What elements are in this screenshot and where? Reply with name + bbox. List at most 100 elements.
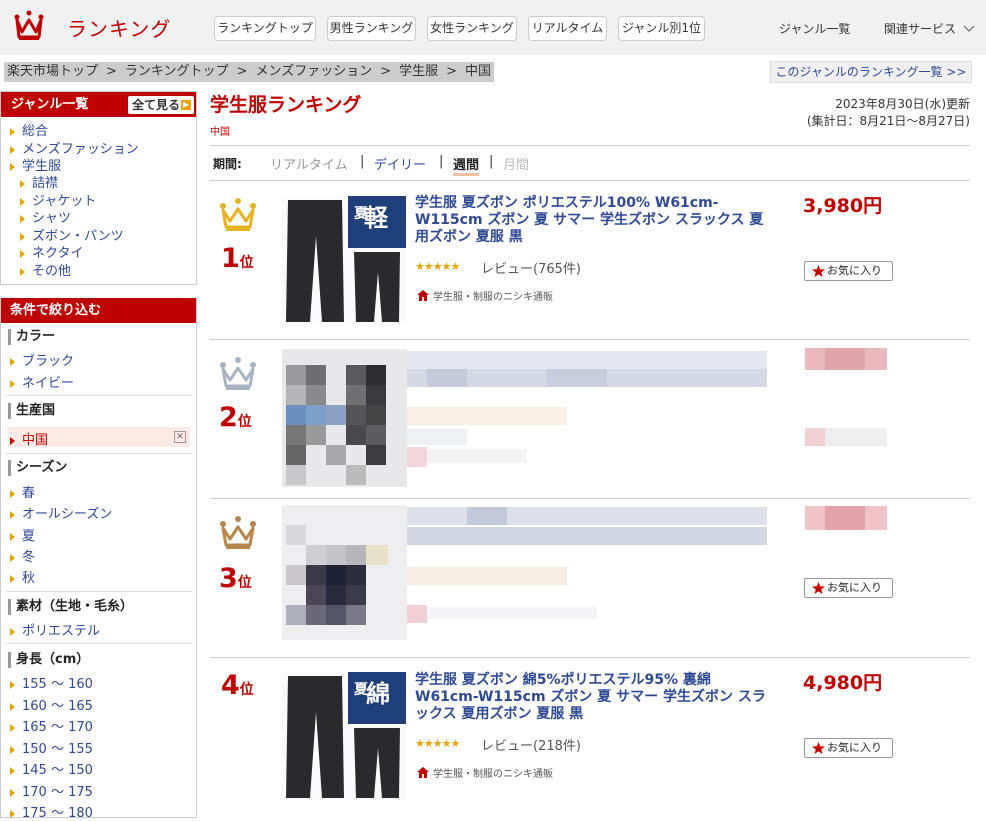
filter-section-height: 身長（cm） [8, 652, 89, 668]
site-header: ランキング ランキングトップ 男性ランキング 女性ランキング リアルタイム ジャ… [0, 0, 986, 55]
triangle-icon [10, 489, 15, 498]
product-title-link[interactable]: 学生服 夏ズボン 綿5%ポリエステル95% 裏綿 W61cm-W115cm ズボ… [415, 672, 767, 723]
filter-option-winter[interactable]: 冬 [10, 546, 35, 565]
crown-logo-icon[interactable] [14, 10, 44, 42]
filter-option-height[interactable]: 165 ～ 170 [10, 716, 93, 735]
filter-option-height[interactable]: 175 ～ 180 [10, 802, 93, 821]
period-monthly-link[interactable]: 月間 [503, 154, 529, 173]
filter-option-spring[interactable]: 春 [10, 482, 35, 501]
tab-realtime[interactable]: リアルタイム [528, 16, 607, 41]
filter-option-height[interactable]: 155 ～ 160 [10, 673, 93, 692]
breadcrumb: 楽天市場トップ > ランキングトップ > メンズファッション > 学生服 > 中国 [4, 62, 495, 82]
filter-option-black[interactable]: ブラック [10, 350, 74, 369]
breadcrumb-item[interactable]: ランキングトップ [125, 64, 229, 79]
triangle-icon [10, 680, 15, 689]
genre-list-heading: ジャンル一覧 全て見る ▶ [1, 92, 196, 117]
period-daily-link[interactable]: デイリー [374, 154, 426, 173]
genre-list-link[interactable]: ジャンル一覧 [779, 20, 850, 37]
period-weekly-tab[interactable]: 週間 [453, 154, 480, 176]
product-title-link[interactable]: 学生服 夏ズボン ポリエステル100% W61cm-W115cm ズボン 夏 サ… [415, 195, 767, 246]
filter-option-label: ブラック [22, 354, 75, 369]
triangle-icon [10, 627, 15, 636]
rank-number: 3位 [219, 563, 252, 594]
filter-section-season: シーズン [8, 460, 67, 476]
breadcrumb-item[interactable]: 中国 [465, 64, 491, 79]
shop-link[interactable]: 学生服・制服のニシキ通販 [417, 288, 553, 303]
breadcrumb-item[interactable]: メンズファッション [255, 64, 372, 79]
filter-option-height[interactable]: 150 ～ 155 [10, 738, 93, 757]
triangle-icon [10, 357, 15, 366]
filter-option-autumn[interactable]: 秋 [10, 567, 35, 586]
pants-image: 綿 夏 [282, 672, 406, 800]
shop-link[interactable]: 学生服・制服のニシキ通販 [417, 765, 553, 780]
filter-option-height[interactable]: 170 ～ 175 [10, 781, 93, 800]
related-services-menu[interactable]: 関連サービス [884, 20, 975, 37]
subgenre-link[interactable]: シャツ [20, 207, 71, 226]
subgenre-label: シャツ [32, 211, 72, 226]
divider [210, 339, 970, 340]
blurred-thumbnail[interactable] [282, 505, 407, 640]
breadcrumb-item[interactable]: 楽天市場トップ [7, 64, 98, 79]
tab-ranking-top[interactable]: ランキングトップ [214, 16, 316, 41]
triangle-icon [10, 162, 15, 171]
filter-option-china[interactable]: 中国 [10, 429, 48, 448]
tab-women-ranking[interactable]: 女性ランキング [427, 16, 517, 41]
divider [210, 145, 970, 146]
filter-option-all-season[interactable]: オールシーズン [10, 503, 112, 522]
rating-stars-icon: ★★★★★ [415, 737, 460, 750]
blurred-product-info[interactable] [407, 349, 767, 469]
product-thumbnail[interactable]: 綿 夏 [282, 672, 406, 800]
breadcrumb-item[interactable]: 学生服 [399, 64, 438, 79]
view-all-button[interactable]: 全て見る ▶ [128, 96, 194, 114]
product-price: 3,980円 [803, 195, 883, 217]
home-icon [417, 767, 429, 778]
tab-men-ranking[interactable]: 男性ランキング [327, 16, 416, 41]
genre-ranking-list-link[interactable]: このジャンルのランキング一覧 >> [770, 61, 972, 83]
review-count-link[interactable]: レビュー(218件) [481, 735, 581, 754]
filter-option-label: オールシーズン [22, 507, 113, 522]
filter-option-summer[interactable]: 夏 [10, 525, 35, 544]
filter-option-label: 175 ～ 180 [22, 806, 93, 821]
filter-option-label: 160 ～ 165 [22, 699, 93, 714]
period-realtime-link[interactable]: リアルタイム [270, 154, 348, 173]
period-separator: | [439, 154, 444, 169]
related-services-label: 関連サービス [884, 22, 957, 36]
logo-text[interactable]: ランキング [67, 13, 171, 42]
divider [210, 180, 970, 181]
tab-genre-first[interactable]: ジャンル別1位 [618, 16, 705, 41]
star-icon [812, 265, 825, 277]
rating-stars-icon: ★★★★★ [415, 260, 460, 273]
filter-option-label: 中国 [22, 433, 49, 448]
add-favorite-button[interactable]: お気に入り [804, 738, 893, 758]
add-favorite-button[interactable]: お気に入り [804, 578, 893, 598]
blurred-thumbnail[interactable] [282, 349, 407, 487]
divider [6, 591, 192, 592]
subgenre-link[interactable]: その他 [20, 260, 71, 279]
filter-option-polyester[interactable]: ポリエステル [10, 620, 100, 639]
svg-text:綿: 綿 [366, 680, 390, 708]
triangle-icon [10, 532, 15, 541]
filter-section-material: 素材（生地・毛糸） [8, 599, 133, 615]
subgenre-link[interactable]: ネクタイ [20, 242, 83, 261]
remove-filter-icon[interactable]: ✕ [174, 431, 186, 443]
arrow-icon: ▶ [181, 100, 191, 110]
blurred-product-info[interactable] [407, 505, 767, 625]
review-count-link[interactable]: レビュー(765件) [481, 258, 581, 277]
product-thumbnail[interactable]: 軽 夏 [282, 196, 406, 324]
genre-list-title: ジャンル一覧 [11, 97, 89, 112]
triangle-icon [20, 179, 25, 188]
add-favorite-button[interactable]: お気に入り [804, 261, 893, 281]
triangle-icon [10, 510, 15, 519]
update-date: 2023年8月30日(水)更新 [835, 97, 970, 111]
divider [6, 453, 192, 454]
filter-option-label: 170 ～ 175 [22, 785, 93, 800]
genre-link-sogo[interactable]: 総合 [10, 120, 48, 139]
rank-number: 1位 [221, 243, 254, 274]
filter-option-height[interactable]: 145 ～ 150 [10, 759, 93, 778]
filter-option-navy[interactable]: ネイビー [10, 372, 74, 391]
subgenre-link[interactable]: 詰襟 [20, 172, 58, 191]
triangle-icon [10, 809, 15, 818]
triangle-icon [10, 745, 15, 754]
divider [210, 657, 970, 658]
filter-option-height[interactable]: 160 ～ 165 [10, 695, 93, 714]
